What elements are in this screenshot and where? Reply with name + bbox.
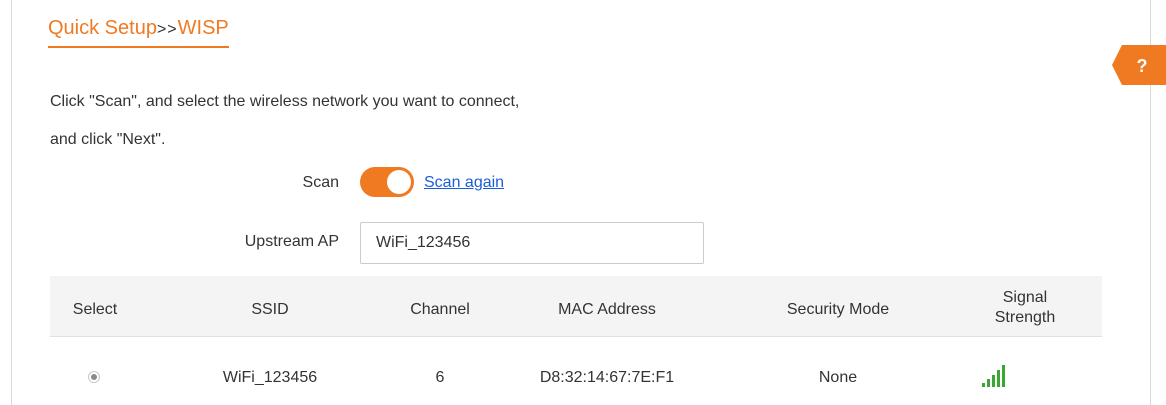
instruction-line-1: Click "Scan", and select the wireless ne… <box>50 93 520 110</box>
help-icon: ? <box>1112 45 1166 85</box>
ap-table: Select SSID Channel MAC Address Security… <box>50 276 1102 337</box>
help-button[interactable]: ? <box>1112 45 1166 85</box>
row-select-radio[interactable] <box>88 371 100 383</box>
scan-toggle[interactable] <box>360 167 414 197</box>
header-security-mode: Security Mode <box>786 301 890 318</box>
table-header: Select SSID Channel MAC Address Security… <box>50 276 1102 337</box>
signal-bars-icon <box>982 365 1005 387</box>
row-channel: 6 <box>435 369 445 386</box>
header-mac-address: MAC Address <box>558 301 656 318</box>
instruction-line-2: and click "Next". <box>50 131 166 148</box>
row-ssid: WiFi_123456 <box>222 369 318 386</box>
content-panel <box>11 0 1151 405</box>
scan-label: Scan <box>302 174 339 191</box>
title-separator: >> <box>156 21 178 38</box>
upstream-ap-label: Upstream AP <box>244 233 339 250</box>
upstream-ap-input[interactable] <box>360 222 704 264</box>
row-security-mode: None <box>818 369 858 386</box>
help-label: ? <box>1137 56 1148 76</box>
header-ssid: SSID <box>251 301 289 318</box>
header-select: Select <box>72 301 118 318</box>
header-channel: Channel <box>410 301 470 318</box>
toggle-knob <box>387 170 411 194</box>
title-quick-setup: Quick Setup <box>48 17 157 39</box>
scan-again-link[interactable]: Scan again <box>424 174 504 192</box>
title-wisp: WISP <box>177 17 229 39</box>
header-signal-strength: Signal Strength <box>995 288 1055 328</box>
row-mac-address: D8:32:14:67:7E:F1 <box>539 369 675 386</box>
header-signal-line-1: Signal <box>1002 289 1048 306</box>
header-signal-line-2: Strength <box>994 309 1056 326</box>
page-title: Quick Setup>>WISP <box>48 14 229 48</box>
